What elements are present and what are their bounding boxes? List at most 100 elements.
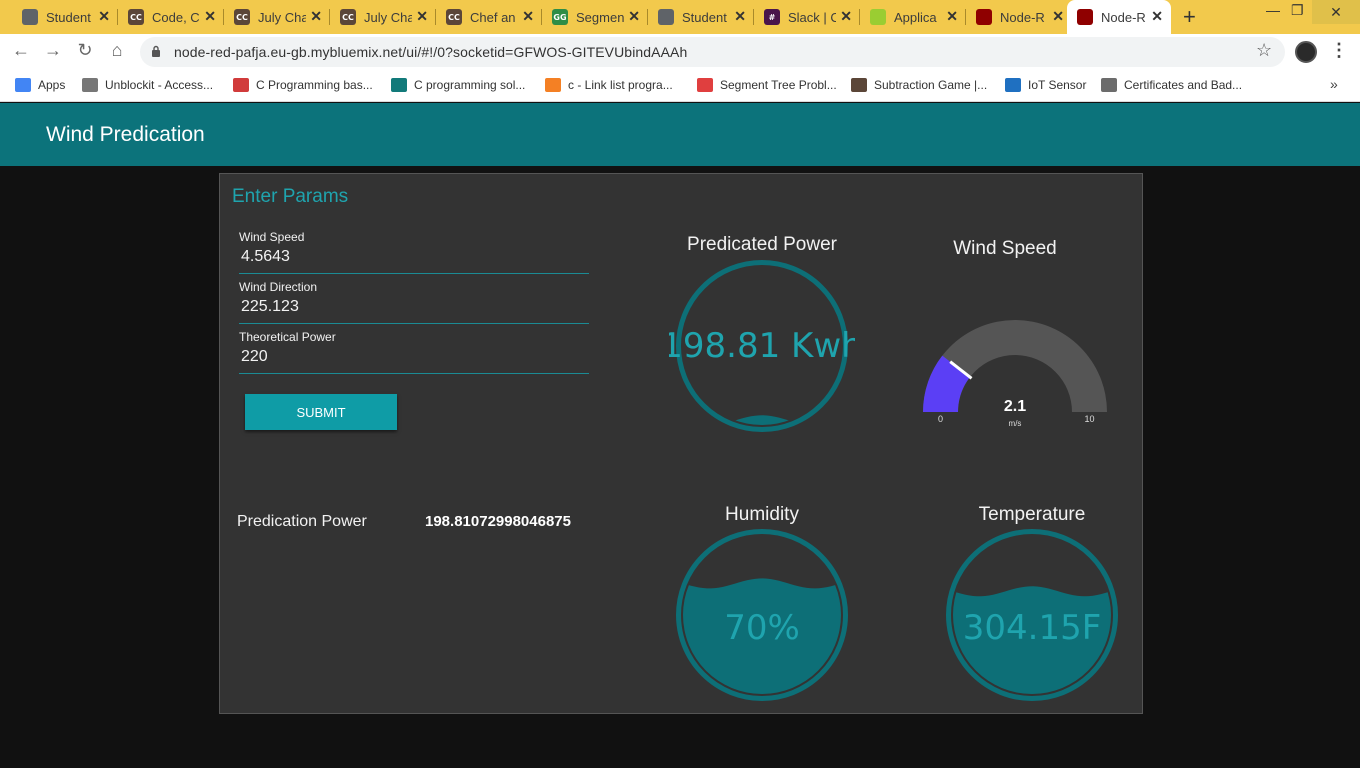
tab-favicon-icon: CC	[446, 9, 462, 25]
wind-speed-input[interactable]	[241, 248, 581, 266]
bookmark-item[interactable]: c - Link list progra...	[545, 78, 673, 92]
predicted-power-gauge-liquid	[683, 415, 841, 425]
predicted-power-title: Predicated Power	[687, 234, 837, 255]
url-text: node-red-pafja.eu-gb.mybluemix.net/ui/#!…	[174, 44, 688, 60]
tab-favicon-icon	[22, 9, 38, 25]
browser-tab[interactable]: Node-R ✕	[1067, 0, 1171, 34]
wind-direction-input[interactable]	[241, 298, 581, 316]
tab-title: Chef an	[470, 9, 516, 25]
browser-tab[interactable]: CC Chef an ✕	[436, 0, 542, 34]
predicted-power-gauge: 198.81 Kwh	[669, 260, 855, 432]
restore-window-button[interactable]: ❐	[1291, 2, 1304, 19]
tab-title: Student	[46, 9, 91, 25]
bookmark-label: c - Link list progra...	[568, 78, 673, 92]
reload-icon[interactable]: ↻	[73, 40, 97, 61]
wind-speed-label: Wind Speed	[239, 230, 305, 244]
browser-tab[interactable]: CC July Cha ✕	[224, 0, 330, 34]
humidity-gauge-value: 70%	[724, 608, 800, 648]
theoretical-power-field: Theoretical Power	[239, 330, 589, 374]
more-bookmarks-icon[interactable]: »	[1330, 76, 1338, 92]
tab-favicon-icon	[658, 9, 674, 25]
minimize-window-button[interactable]: —	[1266, 2, 1280, 18]
temperature-title: Temperature	[978, 504, 1086, 525]
tab-close-icon[interactable]: ✕	[840, 8, 852, 25]
theoretical-power-input[interactable]	[241, 348, 581, 366]
tab-close-icon[interactable]: ✕	[946, 8, 958, 25]
bookmark-item[interactable]: Subtraction Game |...	[851, 78, 987, 92]
bookmark-favicon-icon	[545, 78, 561, 92]
tab-close-icon[interactable]: ✕	[522, 8, 534, 25]
temperature-gauge-value: 304.15F	[963, 608, 1102, 648]
tab-favicon-icon: #	[764, 9, 780, 25]
wind-gauge-unit: m/s	[1009, 419, 1022, 428]
tab-favicon-icon	[1077, 9, 1093, 25]
tab-favicon-icon	[870, 9, 886, 25]
browser-menu-icon[interactable]: ⋮	[1330, 40, 1348, 61]
prediction-label: Predication Power	[237, 513, 367, 530]
tab-close-icon[interactable]: ✕	[628, 8, 640, 25]
humidity-title: Humidity	[725, 504, 799, 525]
close-window-button[interactable]: ✕	[1312, 0, 1360, 24]
apps-grid-icon	[15, 78, 31, 92]
app-title: Wind Predication	[46, 123, 205, 146]
browser-tab[interactable]: Applica ✕	[860, 0, 966, 34]
bookmark-favicon-icon	[1101, 78, 1117, 92]
bookmark-item[interactable]: Segment Tree Probl...	[697, 78, 837, 92]
bookmark-star-icon[interactable]: ☆	[1256, 40, 1272, 61]
tab-close-icon[interactable]: ✕	[734, 8, 746, 25]
bookmark-label: Segment Tree Probl...	[720, 78, 837, 92]
submit-button[interactable]: SUBMIT	[245, 394, 397, 430]
bookmark-label: Unblockit - Access...	[105, 78, 214, 92]
tab-close-icon[interactable]: ✕	[204, 8, 216, 25]
tab-close-icon[interactable]: ✕	[98, 8, 110, 25]
browser-tab[interactable]: CC Code, C ✕	[118, 0, 224, 34]
back-icon[interactable]: ←	[9, 40, 33, 61]
browser-tab[interactable]: GG Segmen ✕	[542, 0, 648, 34]
theoretical-power-label: Theoretical Power	[239, 330, 336, 344]
bookmark-label: Subtraction Game |...	[874, 78, 988, 92]
address-bar[interactable]: node-red-pafja.eu-gb.mybluemix.net/ui/#!…	[140, 37, 1285, 67]
tab-favicon-icon	[976, 9, 992, 25]
home-icon[interactable]: ⌂	[105, 40, 129, 61]
bookmark-item[interactable]: Unblockit - Access...	[82, 78, 213, 92]
tab-close-icon[interactable]: ✕	[310, 8, 322, 25]
tab-close-icon[interactable]: ✕	[1052, 8, 1064, 25]
tab-favicon-icon: CC	[128, 9, 144, 25]
tab-favicon-icon: CC	[234, 9, 250, 25]
profile-avatar[interactable]	[1295, 41, 1317, 63]
wind-speed-gauge: 2.1 m/s 0 10	[923, 320, 1107, 428]
bookmark-item[interactable]: Certificates and Bad...	[1101, 78, 1242, 92]
bookmark-label: C Programming bas...	[256, 78, 373, 92]
browser-tab[interactable]: Student ✕	[648, 0, 754, 34]
dashboard-panel: Enter Params Wind Speed Wind Direction T…	[219, 173, 1143, 714]
bookmark-item[interactable]: C programming sol...	[391, 78, 525, 92]
bookmark-label: Certificates and Bad...	[1124, 78, 1243, 92]
tab-title: Node-R	[1000, 9, 1045, 25]
bookmark-item[interactable]: IoT Sensor	[1005, 78, 1086, 92]
browser-tab[interactable]: Node-R ✕	[966, 0, 1072, 34]
bookmark-item[interactable]: C Programming bas...	[233, 78, 373, 92]
browser-tab[interactable]: Student ✕	[12, 0, 118, 34]
tab-title: Student	[682, 9, 727, 25]
bookmark-favicon-icon	[697, 78, 713, 92]
bookmark-favicon-icon	[1005, 78, 1021, 92]
browser-tab[interactable]: # Slack | C ✕	[754, 0, 860, 34]
bookmarks-bar: Apps Unblockit - Access... C Programming b…	[0, 70, 1360, 102]
humidity-gauge: 70%	[676, 529, 848, 701]
wind-direction-field: Wind Direction	[239, 280, 589, 324]
tab-title: Code, C	[152, 9, 200, 25]
forward-icon[interactable]: →	[41, 40, 65, 61]
tab-favicon-icon: CC	[340, 9, 356, 25]
bookmark-label: IoT Sensor	[1028, 78, 1087, 92]
tab-title: Segmen	[576, 9, 624, 25]
tab-close-icon[interactable]: ✕	[1151, 8, 1163, 25]
new-tab-button[interactable]: +	[1183, 4, 1196, 30]
wind-gauge-value: 2.1	[1004, 398, 1026, 415]
bookmark-label: C programming sol...	[414, 78, 526, 92]
browser-tab[interactable]: CC July Cha ✕	[330, 0, 436, 34]
tab-close-icon[interactable]: ✕	[416, 8, 428, 25]
browser-toolbar: ← → ↻ ⌂ node-red-pafja.eu-gb.mybluemix.n…	[0, 34, 1360, 70]
apps-bookmark[interactable]: Apps	[15, 78, 65, 92]
tab-title: July Cha	[364, 9, 412, 25]
predicted-power-gauge-value: 198.81 Kwh	[669, 326, 855, 366]
